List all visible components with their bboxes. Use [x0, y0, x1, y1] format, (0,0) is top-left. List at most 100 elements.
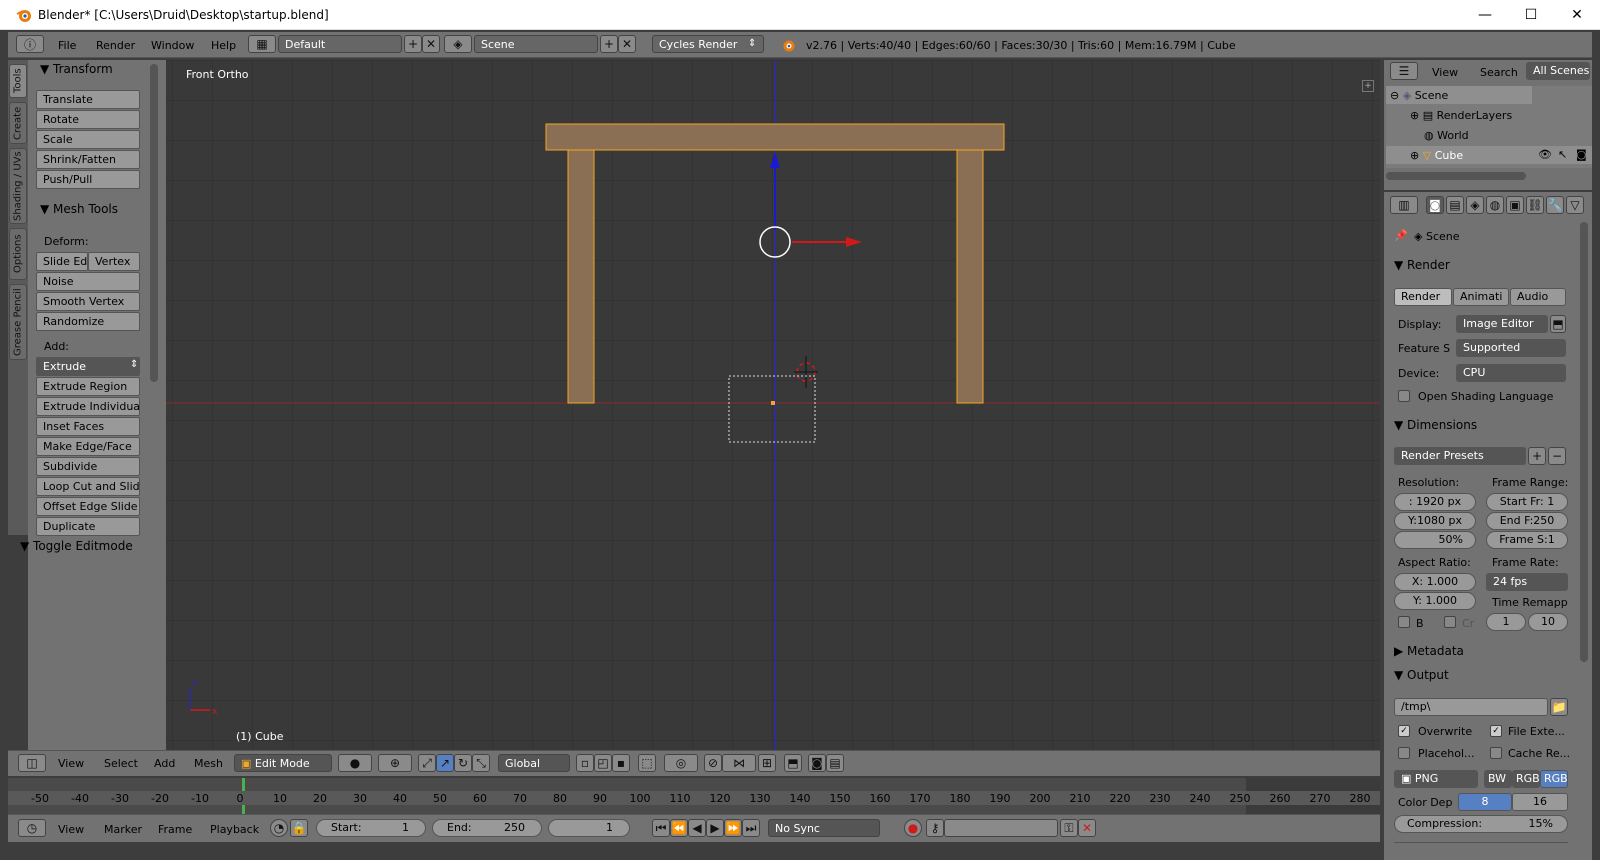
color-bw-button[interactable]: BW — [1484, 770, 1512, 788]
rotate-manipulator-icon[interactable]: ↻ — [454, 754, 472, 772]
menu-mesh[interactable]: Mesh — [194, 757, 223, 770]
outliner-scrollbar[interactable] — [1386, 172, 1526, 180]
placeholders-checkbox[interactable] — [1398, 747, 1410, 759]
inset-faces-button[interactable]: Inset Faces — [36, 417, 140, 436]
play-icon[interactable]: ▶ — [706, 819, 724, 837]
outliner-item-renderlayers[interactable]: ⊕ ▤ RenderLayers — [1410, 109, 1512, 122]
menu-marker[interactable]: Marker — [104, 823, 142, 836]
edge-select-icon[interactable]: ◰ — [594, 754, 612, 772]
jump-start-icon[interactable]: ⏮ — [652, 819, 670, 837]
keying-set-icon[interactable]: ⚷ — [926, 819, 944, 837]
pin-icon[interactable]: 📌 — [1394, 229, 1408, 242]
duplicate-button[interactable]: Duplicate — [36, 517, 140, 536]
sync-mode-select[interactable]: No Sync — [768, 819, 880, 837]
resolution-x-field[interactable]: : 1920 px — [1394, 493, 1476, 511]
metadata-panel-title[interactable]: ▶ Metadata — [1394, 644, 1464, 658]
scale-button[interactable]: Scale — [36, 130, 140, 149]
output-path-field[interactable]: /tmp\ — [1394, 698, 1548, 716]
rotate-button[interactable]: Rotate — [36, 110, 140, 129]
noise-button[interactable]: Noise — [36, 272, 140, 291]
color-rgba-button[interactable]: RGB — [1540, 770, 1568, 788]
render-button[interactable]: Render — [1394, 288, 1452, 306]
properties-scrollbar[interactable] — [1580, 222, 1588, 662]
device-select[interactable]: CPU — [1456, 364, 1566, 382]
preview-range-icon[interactable]: ◔ — [270, 819, 288, 837]
randomize-button[interactable]: Randomize — [36, 312, 140, 331]
subdivide-button[interactable]: Subdivide — [36, 457, 140, 476]
jump-end-icon[interactable]: ⏭ — [742, 819, 760, 837]
push-pull-button[interactable]: Push/Pull — [36, 170, 140, 189]
border-checkbox[interactable] — [1398, 616, 1410, 628]
aspect-y-field[interactable]: Y: 1.000 — [1394, 592, 1476, 610]
add-preset-icon[interactable]: + — [1528, 447, 1546, 465]
scene-selector-icon[interactable]: ◈ — [444, 35, 472, 53]
smooth-vertex-button[interactable]: Smooth Vertex — [36, 292, 140, 311]
tab-options[interactable]: Options — [9, 228, 27, 280]
scale-manipulator-icon[interactable]: ⤡ — [472, 754, 490, 772]
outliner-display-mode[interactable]: All Scenes — [1526, 62, 1590, 80]
time-remap-old-field[interactable]: 1 — [1486, 613, 1526, 631]
add-layout-icon[interactable]: + — [404, 35, 422, 53]
slide-edge-button[interactable]: Slide Ed — [36, 252, 88, 271]
menu-view[interactable]: View — [58, 757, 84, 770]
editor-type-timeline-icon[interactable]: ◷ — [18, 819, 46, 837]
delete-keyframe-icon[interactable]: ✕ — [1078, 819, 1096, 837]
transform-orientation-select[interactable]: Global — [498, 754, 570, 772]
menu-file[interactable]: File — [58, 39, 76, 52]
outliner-item-cube[interactable]: ⊕ ▽ Cube — [1410, 149, 1463, 162]
constraints-context-icon[interactable]: ⛓ — [1526, 196, 1544, 214]
start-frame-field[interactable]: Start: 1 — [316, 819, 426, 837]
lock-range-icon[interactable]: 🔒 — [290, 819, 308, 837]
display-lock-icon[interactable]: ⬒ — [1550, 315, 1566, 333]
play-reverse-icon[interactable]: ◀ — [688, 819, 706, 837]
menu-render[interactable]: Render — [96, 39, 135, 52]
delete-layout-icon[interactable]: ✕ — [422, 35, 440, 53]
modifiers-context-icon[interactable]: 🔧 — [1546, 196, 1564, 214]
menu-add[interactable]: Add — [154, 757, 175, 770]
insert-keyframe-icon[interactable]: ⚿ — [1060, 819, 1078, 837]
dimensions-panel-title[interactable]: ▼ Dimensions — [1394, 418, 1477, 432]
extrude-individual-button[interactable]: Extrude Individual — [36, 397, 140, 416]
tab-grease-pencil[interactable]: Grease Pencil — [9, 284, 27, 360]
scene-field[interactable]: Scene — [474, 35, 598, 53]
manipulator-toggle-icon[interactable]: ⤢ — [418, 754, 436, 772]
remove-preset-icon[interactable]: − — [1548, 447, 1566, 465]
render-camera-icon[interactable]: ◙ — [1576, 148, 1587, 161]
offset-edge-slide-button[interactable]: Offset Edge Slide — [36, 497, 140, 516]
crop-checkbox[interactable] — [1444, 616, 1456, 628]
screen-layout-icon[interactable]: ▦ — [248, 35, 276, 53]
snap-toggle-icon[interactable]: ⊘ — [704, 754, 722, 772]
object-context-icon[interactable]: ▣ — [1506, 196, 1524, 214]
start-frame-prop-field[interactable]: Start Fr: 1 — [1486, 493, 1568, 511]
select-arrow-icon[interactable]: ↖ — [1558, 148, 1567, 161]
render-layers-context-icon[interactable]: ▤ — [1446, 196, 1464, 214]
depth-8-button[interactable]: 8 — [1458, 793, 1512, 811]
toggle-editmode-panel-title[interactable]: ▼ Toggle Editmode — [20, 539, 133, 553]
viewport-shading-icon[interactable]: ● — [338, 754, 372, 772]
render-presets-select[interactable]: Render Presets — [1394, 447, 1526, 465]
scene-context-icon[interactable]: ◈ — [1466, 196, 1484, 214]
pivot-point-icon[interactable]: ⊕ — [378, 754, 412, 772]
toolshelf-scrollbar[interactable] — [150, 64, 158, 382]
menu-timeline-view[interactable]: View — [58, 823, 84, 836]
screen-layout-field[interactable]: Default — [278, 35, 402, 53]
add-scene-icon[interactable]: + — [600, 35, 618, 53]
frame-step-field[interactable]: Frame S:1 — [1486, 531, 1568, 549]
resolution-percentage-field[interactable]: 50% — [1394, 531, 1476, 549]
extrude-region-button[interactable]: Extrude Region — [36, 377, 140, 396]
current-frame-field[interactable]: 1 — [548, 819, 630, 837]
file-format-select[interactable]: ▣ PNG — [1394, 770, 1478, 788]
extrude-select[interactable]: Extrude — [36, 357, 140, 376]
cache-result-checkbox[interactable] — [1490, 747, 1502, 759]
editor-type-properties-icon[interactable]: ▥ — [1390, 196, 1418, 214]
resolution-y-field[interactable]: Y:1080 px — [1394, 512, 1476, 530]
end-frame-prop-field[interactable]: End F:250 — [1486, 512, 1568, 530]
animation-button[interactable]: Animati — [1453, 288, 1509, 306]
color-rgb-button[interactable]: RGB — [1512, 770, 1540, 788]
render-image-icon[interactable]: ◙ — [808, 754, 826, 772]
close-button[interactable]: ✕ — [1554, 0, 1600, 30]
editor-type-outliner-icon[interactable]: ☰ — [1390, 62, 1418, 80]
outliner-item-world[interactable]: ◍ World — [1424, 129, 1469, 142]
tab-tools[interactable]: Tools — [9, 64, 27, 98]
render-panel-title[interactable]: ▼ Render — [1394, 258, 1450, 272]
